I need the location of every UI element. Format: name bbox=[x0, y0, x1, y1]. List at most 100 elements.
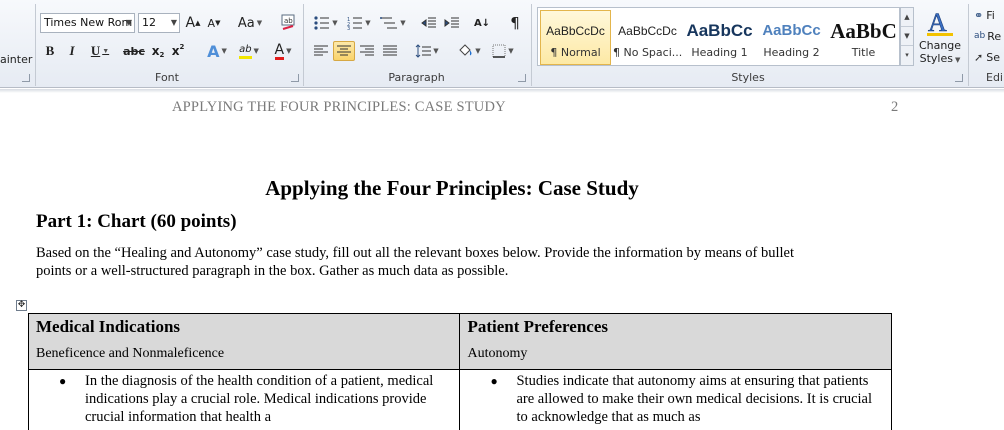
styles-gallery-scroll[interactable]: ▲ ▼ ▾ bbox=[900, 7, 914, 66]
up-arrow-icon: ▲ bbox=[195, 19, 201, 27]
page-number[interactable]: 2 bbox=[891, 99, 898, 116]
italic-button[interactable]: I bbox=[63, 41, 81, 61]
table-cell-patient-preferences-body[interactable]: ● Studies indicate that autonomy aims at… bbox=[459, 369, 892, 430]
chevron-down-icon: ▼ bbox=[221, 47, 227, 55]
binoculars-icon: ⚭ bbox=[974, 8, 984, 22]
shrink-font-button[interactable]: A ▼ bbox=[205, 13, 223, 33]
find-label: Fi bbox=[986, 8, 995, 22]
numbering-button[interactable]: 1 2 3 ▼ bbox=[344, 13, 374, 33]
column-subtitle: Autonomy bbox=[467, 346, 528, 361]
decrease-indent-button[interactable] bbox=[419, 13, 439, 33]
superscript-button[interactable]: x2 bbox=[170, 41, 186, 61]
font-color-icon: A bbox=[274, 41, 285, 60]
table-cell-patient-preferences[interactable]: Patient Preferences Autonomy bbox=[459, 313, 892, 370]
style-sample: AaBbCcDc bbox=[546, 24, 605, 38]
svg-text:A: A bbox=[928, 8, 947, 37]
align-left-icon bbox=[314, 45, 328, 56]
shrink-font-icon: A bbox=[207, 16, 216, 30]
select-label: Se bbox=[986, 50, 1000, 64]
style-heading-1[interactable]: AaBbCc Heading 1 bbox=[684, 10, 755, 65]
justify-button[interactable] bbox=[380, 41, 400, 61]
chevron-down-icon: ▼ bbox=[433, 47, 439, 55]
align-right-button[interactable] bbox=[357, 41, 377, 61]
multilevel-list-icon bbox=[380, 17, 398, 29]
bold-icon: B bbox=[45, 43, 55, 58]
highlight-button[interactable]: ab ▼ bbox=[234, 41, 264, 61]
styles-launcher-icon[interactable] bbox=[955, 74, 963, 82]
chevron-down-icon: ▼ bbox=[286, 47, 292, 55]
style-title[interactable]: AaBbC Title bbox=[828, 10, 899, 65]
multilevel-list-button[interactable]: ▼ bbox=[377, 13, 409, 33]
table-cell-medical-indications[interactable]: Medical Indications Beneficence and Nonm… bbox=[27, 313, 461, 370]
clipboard-launcher-icon[interactable] bbox=[22, 74, 30, 82]
align-center-button[interactable] bbox=[333, 41, 355, 61]
running-header[interactable]: APPLYING THE FOUR PRINCIPLES: CASE STUDY bbox=[172, 99, 506, 116]
format-painter-label[interactable]: ainter bbox=[0, 53, 32, 66]
replace-button[interactable]: ab Re bbox=[973, 26, 1004, 46]
intro-line: points or a well-structured paragraph in… bbox=[36, 263, 509, 279]
styles-gallery: AaBbCcDc ¶ Normal AaBbCcDc ¶ No Spaci...… bbox=[537, 7, 900, 66]
select-cursor-icon: ➚ bbox=[974, 50, 984, 64]
italic-icon: I bbox=[69, 43, 75, 58]
chevron-down-icon: ▼ bbox=[332, 19, 338, 27]
font-color-button[interactable]: A ▼ bbox=[268, 41, 298, 61]
table-cell-medical-indications-body[interactable]: ● In the diagnosis of the health conditi… bbox=[27, 369, 461, 430]
chevron-down-icon: ▼ bbox=[475, 47, 481, 55]
underline-button[interactable]: U ▼ bbox=[87, 41, 113, 61]
bullets-button[interactable]: ▼ bbox=[311, 13, 341, 33]
chevron-down-icon: ▼ bbox=[365, 19, 371, 27]
chevron-down-icon: ▼ bbox=[253, 47, 259, 55]
scroll-up-icon[interactable]: ▲ bbox=[901, 8, 913, 27]
style-normal[interactable]: AaBbCcDc ¶ Normal bbox=[540, 10, 611, 65]
clear-formatting-icon: ab bbox=[281, 14, 295, 30]
bullet-text: In the diagnosis of the health condition… bbox=[85, 373, 434, 425]
part-heading[interactable]: Part 1: Chart (60 points) bbox=[36, 211, 237, 233]
superscript-icon: x bbox=[171, 44, 180, 58]
bold-button[interactable]: B bbox=[41, 41, 59, 61]
case-study-table: Medical Indications Beneficence and Nonm… bbox=[27, 313, 892, 430]
decrease-indent-icon bbox=[421, 17, 436, 28]
bullet-icon: ● bbox=[59, 374, 67, 388]
intro-paragraph[interactable]: Based on the “Healing and Autonomy” case… bbox=[36, 244, 886, 280]
align-right-icon bbox=[360, 45, 374, 56]
intro-line: Based on the “Healing and Autonomy” case… bbox=[36, 245, 794, 261]
subscript-button[interactable]: x2 bbox=[150, 41, 166, 61]
style-sample: AaBbCc bbox=[762, 22, 821, 39]
find-button[interactable]: ⚭ Fi bbox=[973, 5, 1004, 25]
style-no-spacing[interactable]: AaBbCcDc ¶ No Spaci... bbox=[612, 10, 683, 65]
style-sample: AaBbCcDc bbox=[618, 24, 677, 38]
clear-formatting-button[interactable]: ab bbox=[278, 12, 298, 32]
increase-indent-button[interactable] bbox=[442, 13, 462, 33]
list-item: ● Studies indicate that autonomy aims at… bbox=[490, 372, 885, 426]
borders-button[interactable]: ▼ bbox=[488, 41, 518, 61]
sort-button[interactable]: A↓ bbox=[471, 13, 493, 33]
more-styles-icon[interactable]: ▾ bbox=[901, 46, 913, 65]
document-title[interactable]: Applying the Four Principles: Case Study bbox=[0, 176, 904, 201]
line-spacing-button[interactable]: ▼ bbox=[412, 41, 442, 61]
change-styles-label-2-row: Styles ▼ bbox=[917, 52, 963, 67]
table-move-handle-icon[interactable]: ✥ bbox=[16, 300, 27, 311]
paragraph-launcher-icon[interactable] bbox=[518, 74, 526, 82]
strikethrough-button[interactable]: abc bbox=[121, 41, 147, 61]
align-left-button[interactable] bbox=[311, 41, 331, 61]
shading-button[interactable]: ▼ bbox=[454, 41, 484, 61]
font-size-combo[interactable]: 12 ▼ bbox=[138, 13, 180, 33]
select-button[interactable]: ➚ Se bbox=[973, 47, 1004, 67]
font-size-value: 12 bbox=[142, 16, 156, 29]
change-case-icon: Aa bbox=[237, 15, 255, 31]
numbering-icon: 123 bbox=[347, 17, 363, 30]
chevron-down-icon: ▼ bbox=[400, 19, 406, 27]
text-effects-button[interactable]: A ▼ bbox=[203, 41, 231, 61]
scroll-down-icon[interactable]: ▼ bbox=[901, 27, 913, 46]
change-case-button[interactable]: Aa ▼ bbox=[236, 13, 264, 33]
show-formatting-marks-button[interactable]: ¶ bbox=[505, 13, 525, 33]
style-heading-2[interactable]: AaBbCc Heading 2 bbox=[756, 10, 827, 65]
font-launcher-icon[interactable] bbox=[291, 74, 299, 82]
font-name-combo[interactable]: Times New Rom ▼ bbox=[40, 13, 135, 33]
line-spacing-icon bbox=[415, 44, 432, 58]
bullet-text: Studies indicate that autonomy aims at e… bbox=[516, 373, 873, 425]
chevron-down-icon: ▼ bbox=[170, 18, 177, 27]
change-styles-button[interactable]: A Change Styles ▼ bbox=[917, 7, 963, 67]
change-styles-label-2: Styles bbox=[919, 52, 953, 65]
grow-font-button[interactable]: A ▲ bbox=[184, 13, 202, 33]
